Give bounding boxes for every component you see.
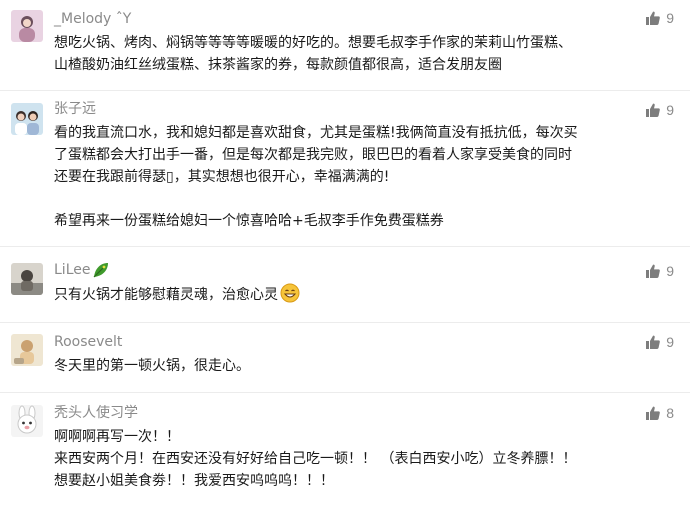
avatar[interactable]: [11, 405, 43, 437]
thumbs-up-icon: [646, 103, 661, 117]
comment-line-text: 只有火锅才能够慰藉灵魂，治愈心灵: [54, 287, 278, 303]
like-button[interactable]: 9: [646, 262, 674, 280]
comment-text: 啊啊啊再写一次！！ 来西安两个月！在西安还没有好好给自己吃一顿！！ （表白西安小…: [54, 426, 674, 492]
avatar[interactable]: [11, 103, 43, 135]
leaf-badge-icon: [92, 261, 110, 279]
comment-text: 冬天里的第一顿火锅，很走心。: [54, 355, 674, 377]
comment-line: 想吃火锅、烤肉、焖锅等等等等暖暖的好吃的。想要毛叔李手作家的茉莉山竹蛋糕、: [54, 35, 572, 51]
nickname[interactable]: LiLee: [54, 261, 110, 279]
like-button[interactable]: 9: [646, 9, 674, 27]
divider: [0, 322, 690, 323]
like-button[interactable]: 9: [646, 333, 674, 351]
comment-line: 想要赵小姐美食劵！！我爱西安呜呜呜！！！: [54, 473, 334, 489]
divider: [0, 246, 690, 247]
like-count: 8: [666, 405, 674, 421]
nickname[interactable]: 秃头人使习学: [54, 404, 138, 422]
thumbs-up-icon: [646, 335, 661, 349]
comment-line: 只有火锅才能够慰藉灵魂，治愈心灵: [54, 283, 674, 306]
comment-line: 来西安两个月！在西安还没有好好给自己吃一顿！！ （表白西安小吃）立冬养膘！！: [54, 451, 577, 467]
comment-line: 啊啊啊再写一次！！: [54, 429, 180, 445]
divider: [0, 392, 690, 393]
comment-text: 只有火锅才能够慰藉灵魂，治愈心灵: [54, 283, 674, 306]
like-button[interactable]: 8: [646, 404, 674, 422]
avatar[interactable]: [11, 263, 43, 295]
avatar[interactable]: [11, 10, 43, 42]
comment-line: 希望再来一份蛋糕给媳妇一个惊喜哈哈+毛叔李手作免费蛋糕券: [54, 213, 444, 229]
avatar[interactable]: [11, 334, 43, 366]
divider: [0, 90, 690, 91]
comment-text: 看的我直流口水，我和媳妇都是喜欢甜食，尤其是蛋糕!我俩简直没有抵抗低，每次买 了…: [54, 122, 674, 232]
nickname-text: LiLee: [54, 262, 91, 278]
like-count: 9: [666, 10, 674, 26]
comment-text: 想吃火锅、烤肉、焖锅等等等等暖暖的好吃的。想要毛叔李手作家的茉莉山竹蛋糕、 山楂…: [54, 32, 674, 76]
comment-line: 看的我直流口水，我和媳妇都是喜欢甜食，尤其是蛋糕!我俩简直没有抵抗低，每次买: [54, 125, 578, 141]
comment-line: 了蛋糕都会大打出手一番，但是每次都是我完败，眼巴巴的看着人家享受美食的同时: [54, 147, 572, 163]
like-count: 9: [666, 334, 674, 350]
thumbs-up-icon: [646, 406, 661, 420]
nickname[interactable]: 张子远: [54, 100, 96, 118]
like-count: 9: [666, 263, 674, 279]
thumbs-up-icon: [646, 11, 661, 25]
grinning-face-emoji: [280, 283, 300, 303]
nickname[interactable]: _Melody ˆY: [54, 10, 131, 28]
comment-line: 冬天里的第一顿火锅，很走心。: [54, 358, 250, 374]
like-button[interactable]: 9: [646, 101, 674, 119]
nickname[interactable]: Roosevelt: [54, 333, 122, 351]
comment-line: 还要在我跟前得瑟▯，其实想想也很开心，幸福满满的!: [54, 169, 390, 185]
thumbs-up-icon: [646, 264, 661, 278]
comment-line: 山楂酸奶油红丝绒蛋糕、抹茶酱家的券，每款颜值都很高，适合发朋友圈: [54, 57, 502, 73]
like-count: 9: [666, 102, 674, 118]
